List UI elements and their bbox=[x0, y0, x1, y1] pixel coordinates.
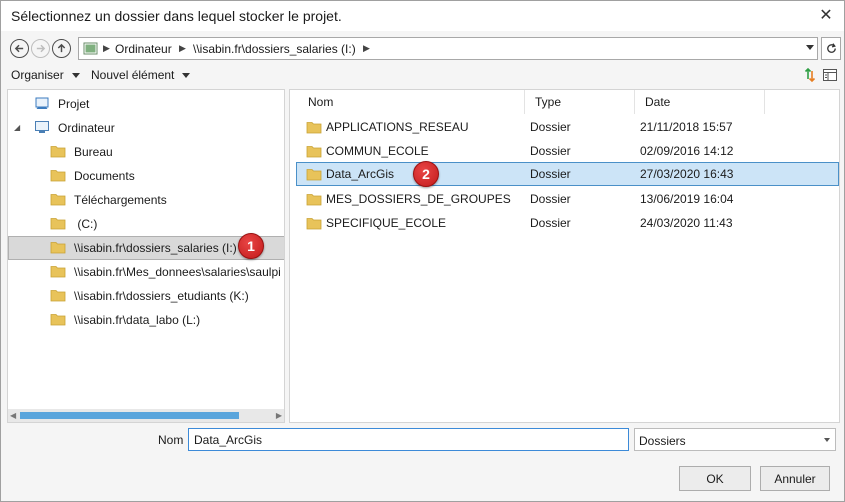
annotation-badge-2: 2 bbox=[413, 161, 439, 187]
filter-type-value: Dossiers bbox=[639, 434, 686, 448]
tree-item-ordinateur[interactable]: ◢ Ordinateur bbox=[8, 116, 284, 140]
cancel-button[interactable]: Annuler bbox=[760, 466, 830, 491]
new-item-label: Nouvel élément bbox=[91, 68, 175, 82]
tree-item-bureau[interactable]: Bureau bbox=[8, 140, 284, 164]
filter-type-select[interactable]: Dossiers bbox=[634, 428, 836, 451]
navigation-bar: ▶ Ordinateur ▶ \\isabin.fr\dossiers_sala… bbox=[1, 31, 844, 65]
select-folder-dialog: Sélectionnez un dossier dans lequel stoc… bbox=[0, 0, 845, 502]
title-bar: Sélectionnez un dossier dans lequel stoc… bbox=[1, 1, 844, 31]
organize-label: Organiser bbox=[11, 68, 64, 82]
file-date: 21/11/2018 15:57 bbox=[640, 120, 733, 134]
breadcrumb-current-drive[interactable]: \\isabin.fr\dossiers_salaries (I:) bbox=[193, 42, 356, 56]
project-icon bbox=[35, 97, 49, 109]
column-header-type[interactable]: Type bbox=[525, 90, 635, 114]
file-name: SPECIFIQUE_ECOLE bbox=[326, 216, 447, 230]
folder-icon bbox=[50, 314, 66, 326]
file-type: Dossier bbox=[530, 167, 571, 181]
file-type: Dossier bbox=[530, 120, 571, 134]
expand-arrow-icon[interactable]: ◢ bbox=[14, 123, 20, 132]
folder-icon bbox=[50, 266, 66, 278]
refresh-icon[interactable] bbox=[821, 37, 841, 60]
file-name: Data_ArcGis bbox=[326, 167, 395, 181]
file-date: 24/03/2020 11:43 bbox=[640, 216, 733, 230]
file-type: Dossier bbox=[530, 216, 571, 230]
folder-icon bbox=[306, 146, 322, 158]
tree-item-data-labo[interactable]: \\isabin.fr\data_labo (L:) bbox=[8, 308, 284, 332]
folder-icon bbox=[50, 146, 66, 158]
file-date: 02/09/2016 14:12 bbox=[640, 144, 734, 158]
folder-icon bbox=[306, 218, 322, 230]
location-icon bbox=[83, 42, 98, 55]
file-type: Dossier bbox=[530, 144, 571, 158]
file-date: 27/03/2020 16:43 bbox=[640, 167, 734, 181]
folder-icon bbox=[306, 169, 322, 181]
file-name: COMMUN_ECOLE bbox=[326, 144, 429, 158]
tree-item-mes-donnees[interactable]: \\isabin.fr\Mes_donnees\salaries\saulpi bbox=[8, 260, 284, 284]
breadcrumb-ordinateur[interactable]: Ordinateur bbox=[115, 42, 172, 56]
file-row[interactable]: MES_DOSSIERS_DE_GROUPES Dossier 13/06/20… bbox=[296, 187, 839, 211]
file-row[interactable]: APPLICATIONS_RESEAU Dossier 21/11/2018 1… bbox=[296, 115, 839, 139]
up-arrow-icon[interactable] bbox=[52, 39, 71, 58]
annotation-badge-1: 1 bbox=[238, 233, 264, 259]
toolbar: Organiser Nouvel élément bbox=[1, 65, 844, 87]
file-row[interactable]: COMMUN_ECOLE Dossier 02/09/2016 14:12 bbox=[296, 139, 839, 163]
scroll-left-icon[interactable]: ◀ bbox=[10, 411, 16, 420]
tree-item-dossiers-etudiants[interactable]: \\isabin.fr\dossiers_etudiants (K:) bbox=[8, 284, 284, 308]
tree-item-telechargements[interactable]: Téléchargements bbox=[8, 188, 284, 212]
breadcrumb-separator-icon: ▶ bbox=[179, 43, 186, 53]
address-history-dropdown-icon[interactable] bbox=[806, 45, 814, 50]
chevron-down-icon bbox=[824, 438, 830, 442]
folder-icon bbox=[50, 218, 66, 230]
new-item-menu[interactable]: Nouvel élément bbox=[91, 68, 191, 82]
file-date: 13/06/2019 16:04 bbox=[640, 192, 734, 206]
file-row-selected[interactable]: Data_ArcGis Dossier 27/03/2020 16:43 bbox=[296, 162, 839, 186]
dialog-title: Sélectionnez un dossier dans lequel stoc… bbox=[11, 8, 342, 24]
sort-arrows-icon[interactable] bbox=[802, 67, 818, 83]
breadcrumb-separator-icon: ▶ bbox=[103, 43, 110, 53]
scroll-right-icon[interactable]: ▶ bbox=[276, 411, 282, 420]
file-type: Dossier bbox=[530, 192, 571, 206]
file-list[interactable]: Nom Type Date APPLICATIONS_RESEAU Dossie… bbox=[289, 89, 840, 423]
organize-menu[interactable]: Organiser bbox=[11, 68, 80, 82]
folder-name-input[interactable] bbox=[188, 428, 629, 451]
scrollbar-thumb[interactable] bbox=[20, 412, 239, 419]
view-details-icon[interactable] bbox=[822, 67, 838, 83]
file-name: APPLICATIONS_RESEAU bbox=[326, 120, 469, 134]
folder-icon bbox=[50, 170, 66, 182]
name-field-label: Nom bbox=[158, 433, 184, 447]
column-header-name[interactable]: Nom bbox=[298, 90, 525, 114]
column-header-date[interactable]: Date bbox=[635, 90, 765, 114]
ok-button[interactable]: OK bbox=[679, 466, 751, 491]
forward-arrow-icon[interactable] bbox=[31, 39, 50, 58]
folder-icon bbox=[50, 242, 66, 254]
folder-icon bbox=[50, 194, 66, 206]
folder-icon bbox=[50, 290, 66, 302]
tree-item-documents[interactable]: Documents bbox=[8, 164, 284, 188]
back-arrow-icon[interactable] bbox=[10, 39, 29, 58]
close-icon[interactable]: ✕ bbox=[818, 7, 834, 24]
file-name: MES_DOSSIERS_DE_GROUPES bbox=[326, 192, 511, 206]
chevron-down-icon bbox=[71, 73, 80, 79]
tree-item-drive-c[interactable]: (C:) bbox=[8, 212, 284, 236]
file-row[interactable]: SPECIFIQUE_ECOLE Dossier 24/03/2020 11:4… bbox=[296, 211, 839, 235]
breadcrumb-separator-icon: ▶ bbox=[363, 43, 370, 53]
folder-icon bbox=[306, 122, 322, 134]
tree-item-projet[interactable]: Projet bbox=[8, 92, 284, 116]
computer-icon bbox=[35, 121, 49, 133]
tree-horizontal-scrollbar[interactable]: ◀ ▶ bbox=[8, 409, 284, 422]
address-bar[interactable]: ▶ Ordinateur ▶ \\isabin.fr\dossiers_sala… bbox=[78, 37, 818, 60]
chevron-down-icon bbox=[182, 73, 191, 79]
folder-icon bbox=[306, 194, 322, 206]
